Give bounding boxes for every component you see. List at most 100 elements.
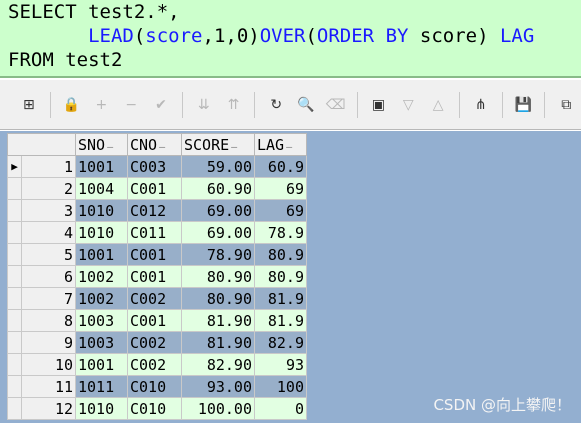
cell-lag[interactable]: 81.9 [254, 287, 307, 310]
last-record-icon[interactable]: ⇈ [224, 94, 244, 116]
cell-lag[interactable]: 93 [254, 353, 307, 376]
table-row[interactable]: 6 1002 C001 80.90 80.9 [7, 265, 307, 288]
column-header-score[interactable]: SCORE — [181, 133, 255, 156]
query-by-example-icon[interactable]: ▣ [369, 94, 389, 116]
row-number[interactable]: 3 [21, 199, 76, 222]
cell-sno[interactable]: 1011 [75, 375, 128, 398]
cell-sno[interactable]: 1001 [75, 155, 128, 178]
clear-icon[interactable]: ⌫ [326, 94, 346, 116]
row-number[interactable]: 7 [21, 287, 76, 310]
column-header-sno[interactable]: SNO — [75, 133, 128, 156]
cell-cno[interactable]: C002 [127, 287, 182, 310]
cell-cno[interactable]: C001 [127, 309, 182, 332]
cell-cno[interactable]: C002 [127, 353, 182, 376]
cell-score[interactable]: 69.00 [181, 199, 255, 222]
row-indicator-icon [7, 287, 22, 310]
row-number[interactable]: 10 [21, 353, 76, 376]
save-icon[interactable]: 💾 [514, 94, 534, 116]
table-row[interactable]: 9 1003 C002 81.90 82.9 [7, 331, 307, 354]
cell-lag[interactable]: 69 [254, 177, 307, 200]
cell-score[interactable]: 59.00 [181, 155, 255, 178]
cell-sno[interactable]: 1002 [75, 265, 128, 288]
post-record-icon[interactable]: ✔ [151, 94, 171, 116]
sql-editor[interactable]: SELECT test2.*, LEAD(score,1,0)OVER(ORDE… [0, 0, 581, 78]
delete-record-icon[interactable]: − [121, 94, 141, 116]
previous-icon[interactable]: ▽ [398, 94, 418, 116]
column-header-cno[interactable]: CNO — [127, 133, 182, 156]
column-header-lag[interactable]: LAG — [254, 133, 307, 156]
next-icon[interactable]: △ [428, 94, 448, 116]
cell-lag[interactable]: 78.9 [254, 221, 307, 244]
cell-cno[interactable]: C001 [127, 243, 182, 266]
cell-cno[interactable]: C003 [127, 155, 182, 178]
add-record-icon[interactable]: + [92, 94, 112, 116]
cell-cno[interactable]: C001 [127, 177, 182, 200]
table-row[interactable]: 7 1002 C002 80.90 81.9 [7, 287, 307, 310]
table-row[interactable]: ▶ 1 1001 C003 59.00 60.9 [7, 155, 307, 178]
row-number[interactable]: 9 [21, 331, 76, 354]
row-number[interactable]: 2 [21, 177, 76, 200]
result-grid-area: SNO — CNO — SCORE — LAG — ▶ 1 1001 C003 59.00 60.… [0, 131, 581, 423]
cell-score[interactable]: 69.00 [181, 221, 255, 244]
table-row[interactable]: 4 1010 C011 69.00 78.9 [7, 221, 307, 244]
row-number[interactable]: 6 [21, 265, 76, 288]
cell-score[interactable]: 81.90 [181, 331, 255, 354]
cell-score[interactable]: 80.90 [181, 287, 255, 310]
cell-lag[interactable]: 0 [254, 397, 307, 420]
cell-lag[interactable]: 80.9 [254, 265, 307, 288]
table-row[interactable]: 2 1004 C001 60.90 69 [7, 177, 307, 200]
cell-lag[interactable]: 81.9 [254, 309, 307, 332]
row-number[interactable]: 5 [21, 243, 76, 266]
lock-icon[interactable]: 🔒 [62, 94, 82, 116]
cell-score[interactable]: 78.90 [181, 243, 255, 266]
table-row[interactable]: 8 1003 C001 81.90 81.9 [7, 309, 307, 332]
row-number[interactable]: 11 [21, 375, 76, 398]
cell-score[interactable]: 60.90 [181, 177, 255, 200]
find-icon[interactable]: 🔍 [296, 94, 316, 116]
cell-score[interactable]: 100.00 [181, 397, 255, 420]
refresh-icon[interactable]: ↻ [266, 94, 286, 116]
row-number[interactable]: 12 [21, 397, 76, 420]
row-number[interactable]: 1 [21, 155, 76, 178]
cell-sno[interactable]: 1003 [75, 309, 128, 332]
cell-cno[interactable]: C012 [127, 199, 182, 222]
table-row[interactable]: 12 1010 C010 100.00 0 [7, 397, 307, 420]
toolbar-separator [544, 91, 546, 118]
cell-sno[interactable]: 1001 [75, 353, 128, 376]
cell-sno[interactable]: 1010 [75, 221, 128, 244]
tree-icon[interactable]: ⋔ [471, 94, 491, 116]
cell-sno[interactable]: 1002 [75, 287, 128, 310]
cell-cno[interactable]: C011 [127, 221, 182, 244]
grid-menu-icon[interactable]: ⊞ [19, 94, 39, 116]
cell-lag[interactable]: 69 [254, 199, 307, 222]
cell-cno[interactable]: C002 [127, 331, 182, 354]
row-number[interactable]: 4 [21, 221, 76, 244]
cell-sno[interactable]: 1004 [75, 177, 128, 200]
cell-cno[interactable]: C010 [127, 397, 182, 420]
cell-sno[interactable]: 1010 [75, 199, 128, 222]
cell-lag[interactable]: 60.9 [254, 155, 307, 178]
row-number[interactable]: 8 [21, 309, 76, 332]
row-indicator-icon [7, 375, 22, 398]
cell-score[interactable]: 93.00 [181, 375, 255, 398]
cell-lag[interactable]: 80.9 [254, 243, 307, 266]
cell-cno[interactable]: C010 [127, 375, 182, 398]
cell-lag[interactable]: 100 [254, 375, 307, 398]
cell-sno[interactable]: 1001 [75, 243, 128, 266]
cell-sno[interactable]: 1003 [75, 331, 128, 354]
table-row[interactable]: 11 1011 C010 93.00 100 [7, 375, 307, 398]
cell-lag[interactable]: 82.9 [254, 331, 307, 354]
toolbar-separator [356, 91, 358, 118]
table-row[interactable]: 10 1001 C002 82.90 93 [7, 353, 307, 376]
cell-sno[interactable]: 1010 [75, 397, 128, 420]
first-record-icon[interactable]: ⇊ [194, 94, 214, 116]
cell-score[interactable]: 81.90 [181, 309, 255, 332]
export-icon[interactable]: ⧉ [556, 94, 576, 116]
row-indicator-icon [7, 265, 22, 288]
cell-score[interactable]: 80.90 [181, 265, 255, 288]
table-row[interactable]: 3 1010 C012 69.00 69 [7, 199, 307, 222]
cell-cno[interactable]: C001 [127, 265, 182, 288]
table-row[interactable]: 5 1001 C001 78.90 80.9 [7, 243, 307, 266]
row-indicator-icon [7, 331, 22, 354]
cell-score[interactable]: 82.90 [181, 353, 255, 376]
